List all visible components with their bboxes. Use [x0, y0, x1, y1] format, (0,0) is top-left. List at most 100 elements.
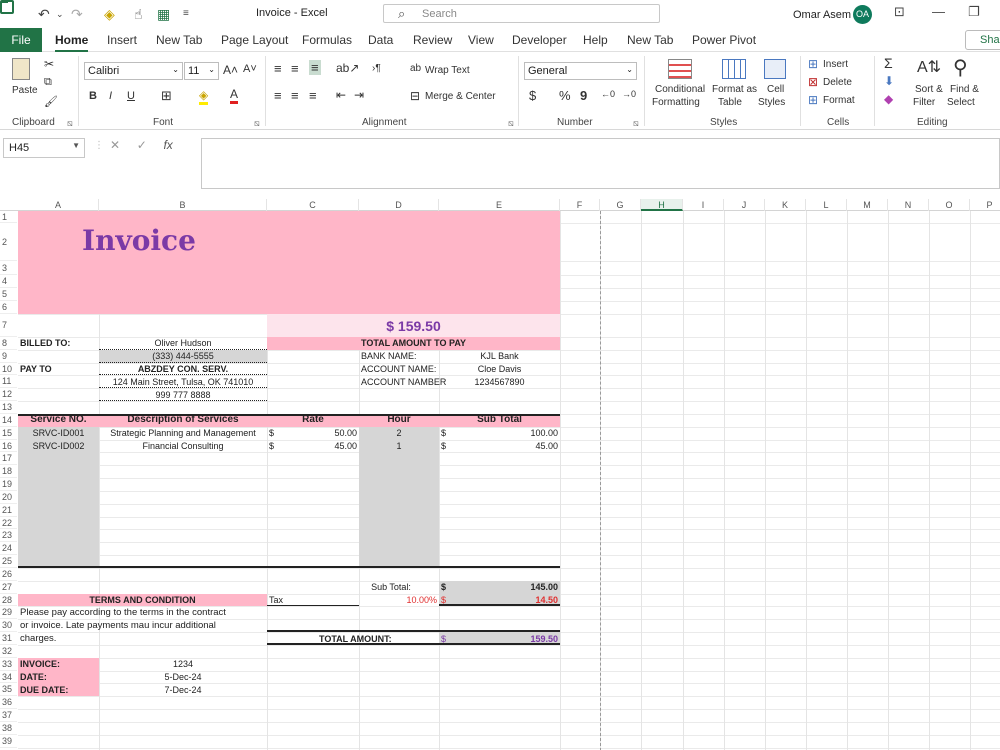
- dialog-launcher-icon[interactable]: ⧅: [633, 118, 639, 129]
- terms-line[interactable]: charges.: [20, 633, 357, 645]
- column-header-f[interactable]: F: [560, 199, 600, 211]
- formula-input[interactable]: [201, 138, 1000, 189]
- avatar[interactable]: OA: [853, 5, 872, 24]
- tab-view[interactable]: View: [468, 33, 494, 47]
- paste-button[interactable]: Paste: [12, 85, 38, 96]
- tab-help[interactable]: Help: [583, 33, 608, 47]
- search-input[interactable]: ⌕ Search: [383, 4, 660, 23]
- currency-button[interactable]: $: [529, 88, 536, 103]
- row-header-16[interactable]: 16: [0, 440, 17, 453]
- save-icon[interactable]: [0, 0, 14, 14]
- redo-icon[interactable]: ↷: [71, 6, 83, 23]
- align-top-icon[interactable]: ≡: [274, 61, 282, 76]
- enter-icon[interactable]: ✓: [137, 138, 147, 152]
- billed-to-label[interactable]: BILLED TO:: [20, 337, 97, 349]
- wrap-text-icon[interactable]: ab: [410, 63, 421, 74]
- sort-filter-label-1[interactable]: Sort &: [915, 84, 943, 95]
- account-name-label[interactable]: ACCOUNT NAME:: [361, 363, 437, 375]
- font-size-select[interactable]: 11 ⌄: [184, 62, 219, 80]
- excel-sheet-icon[interactable]: ▦: [157, 6, 170, 23]
- align-left-icon[interactable]: ≡: [274, 88, 282, 103]
- item-service[interactable]: SRVC-ID002: [20, 440, 97, 452]
- item-hour[interactable]: 1: [361, 440, 437, 452]
- cell-styles-icon[interactable]: [764, 59, 786, 79]
- find-select-label-2[interactable]: Select: [947, 97, 975, 108]
- decrease-decimal-icon[interactable]: →0: [622, 89, 636, 99]
- item-description[interactable]: Financial Consulting: [101, 440, 265, 452]
- account-number-label[interactable]: ACCOUNT NAMBER: [361, 376, 446, 388]
- touch-mode-icon[interactable]: ☝: [134, 6, 143, 23]
- increase-decimal-icon[interactable]: ←0: [601, 89, 615, 99]
- tab-data[interactable]: Data: [368, 33, 393, 47]
- fill-color-icon[interactable]: ◈: [104, 6, 115, 23]
- font-name-select[interactable]: Calibri ⌄: [84, 62, 183, 80]
- payee-name[interactable]: ABZDEY CON. SERV.: [101, 363, 265, 375]
- decrease-indent-icon[interactable]: ⇤: [336, 88, 346, 102]
- tab-power-pivot[interactable]: Power Pivot: [692, 33, 756, 47]
- row-header-19[interactable]: 19: [0, 478, 17, 491]
- restore-icon[interactable]: ❐: [968, 4, 980, 20]
- subtotal-value[interactable]: 145.00: [441, 581, 558, 593]
- borders-icon[interactable]: ⊞: [161, 88, 172, 104]
- merge-center-icon[interactable]: ⊟: [410, 89, 420, 103]
- row-header-23[interactable]: 23: [0, 529, 17, 543]
- row-header-14[interactable]: 14: [0, 414, 17, 427]
- tab-formulas[interactable]: Formulas: [302, 33, 352, 47]
- number-format-select[interactable]: General ⌄: [524, 62, 637, 80]
- invoice-title[interactable]: Invoice: [82, 225, 282, 257]
- payee-phone[interactable]: 999 777 8888: [101, 389, 265, 401]
- terms-line[interactable]: or invoice. Late payments mau incur addi…: [20, 620, 357, 632]
- row-header-33[interactable]: 33: [0, 658, 17, 671]
- name-box[interactable]: H45 ▼: [3, 138, 85, 158]
- share-button[interactable]: Sha: [965, 30, 1000, 50]
- row-header-34[interactable]: 34: [0, 671, 17, 684]
- dialog-launcher-icon[interactable]: ⧅: [254, 118, 260, 129]
- conditional-formatting-icon[interactable]: [668, 59, 692, 79]
- align-middle-icon[interactable]: ≡: [291, 61, 299, 76]
- row-header-29[interactable]: 29: [0, 606, 17, 620]
- row-header-35[interactable]: 35: [0, 683, 17, 697]
- tab-file[interactable]: File: [0, 28, 42, 52]
- client-name[interactable]: Oliver Hudson: [101, 337, 265, 349]
- column-header-e[interactable]: E: [439, 199, 560, 211]
- column-header-o[interactable]: O: [929, 199, 970, 211]
- undo-icon[interactable]: ↶: [38, 6, 50, 23]
- worksheet[interactable]: ABCDEFGHIJKLMNOP 1 2 3 4 5 6 7 8 9 10 11 12 13 14 15 16…: [0, 199, 1000, 750]
- row-header-37[interactable]: 37: [0, 709, 17, 722]
- increase-font-icon[interactable]: A˄: [223, 63, 238, 77]
- account-name[interactable]: Cloe Davis: [441, 363, 558, 375]
- header-hour[interactable]: Hour: [361, 413, 437, 427]
- column-header-g[interactable]: G: [600, 199, 641, 211]
- tax-value[interactable]: 14.50: [441, 594, 558, 606]
- account-number[interactable]: 1234567890: [441, 376, 558, 388]
- item-rate[interactable]: 50.00: [269, 427, 357, 439]
- tab-new-tab-2[interactable]: New Tab: [627, 33, 673, 47]
- row-header-13[interactable]: 13: [0, 401, 17, 414]
- header-subtotal[interactable]: Sub Total: [441, 413, 558, 427]
- terms-line[interactable]: Please pay according to the terms in the…: [20, 607, 357, 619]
- bank-name[interactable]: KJL Bank: [441, 350, 558, 362]
- bold-button[interactable]: B: [89, 90, 97, 102]
- fill-icon[interactable]: ⬇: [884, 74, 894, 88]
- row-header-10[interactable]: 10: [0, 363, 17, 376]
- underline-button[interactable]: U: [127, 90, 135, 102]
- comma-button[interactable]: 9: [580, 88, 587, 103]
- row-header-12[interactable]: 12: [0, 388, 17, 402]
- sort-filter-label-2[interactable]: Filter: [913, 97, 935, 108]
- invoice-date-label[interactable]: DATE:: [20, 671, 97, 683]
- row-header-2[interactable]: 2: [0, 223, 17, 261]
- increase-indent-icon[interactable]: ⇥: [354, 88, 364, 102]
- row-header-20[interactable]: 20: [0, 491, 17, 504]
- delete-cells-button[interactable]: Delete: [823, 77, 852, 88]
- item-service[interactable]: SRVC-ID001: [20, 427, 97, 439]
- format-as-table-label-1[interactable]: Format as: [712, 84, 757, 95]
- font-color-icon[interactable]: A: [230, 87, 239, 104]
- delete-cells-icon[interactable]: ⊠: [808, 75, 818, 89]
- cut-icon[interactable]: ✂: [44, 57, 54, 71]
- insert-function-icon[interactable]: fx: [163, 138, 172, 152]
- align-right-icon[interactable]: ≡: [309, 88, 317, 103]
- row-header-39[interactable]: 39: [0, 735, 17, 748]
- header-service[interactable]: Service NO.: [20, 413, 97, 427]
- dialog-launcher-icon[interactable]: ⧅: [67, 118, 73, 129]
- row-header-31[interactable]: 31: [0, 632, 17, 645]
